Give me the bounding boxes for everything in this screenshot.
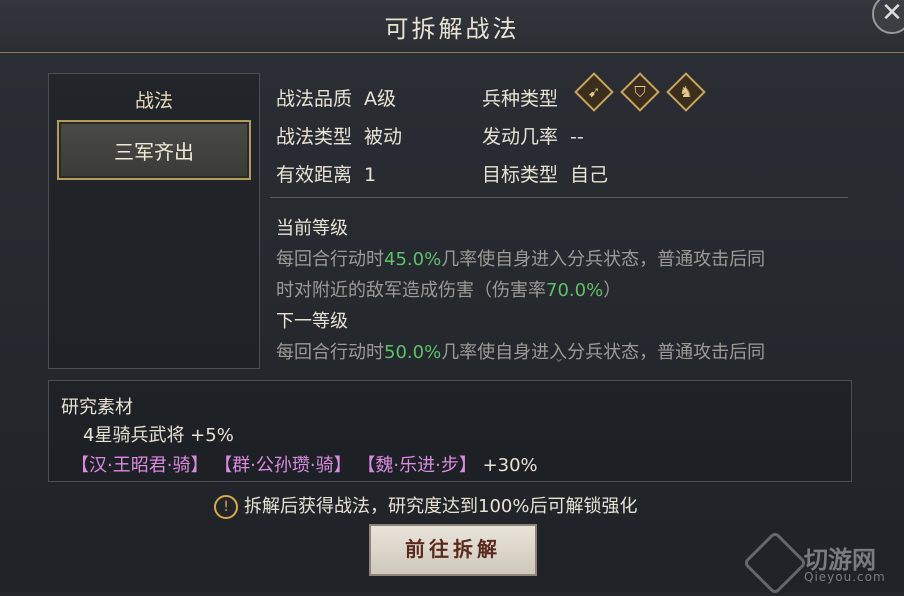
attr-target: 目标类型 自己 <box>482 160 608 187</box>
shield-icon: ⛉ <box>620 72 660 112</box>
current-damage-rate: 70.0% <box>546 280 604 301</box>
research-materials-panel: 研究素材 4星骑兵武将 +5% 【汉·王昭君·骑】 【群·公孙瓒·骑】 【魏·乐… <box>48 380 852 482</box>
attr-range-label: 有效距离 <box>276 164 353 186</box>
tactic-list-panel: 战法 三军齐出 <box>48 73 260 369</box>
general-1[interactable]: 【汉·王昭君·骑】 <box>71 455 208 476</box>
go-disassemble-button[interactable]: 前往拆解 <box>369 524 537 576</box>
attr-quality-value: A级 <box>364 88 397 110</box>
attr-range: 有效距离 1 <box>276 160 376 187</box>
bow-icon: ➹ <box>574 72 614 112</box>
current-level-header: 当前等级 <box>276 218 348 239</box>
attr-tactic-type: 战法类型 被动 <box>276 122 402 149</box>
general-2[interactable]: 【群·公孙瓒·骑】 <box>214 455 351 476</box>
attr-trigger-rate-label: 发动几率 <box>482 126 559 148</box>
watermark-subtext: Qieyou.com <box>804 570 886 584</box>
attr-range-value: 1 <box>364 164 377 186</box>
warning-icon: ! <box>214 495 238 519</box>
next-level-line-1: 每回合行动时50.0%几率使自身进入分兵状态，普通攻击后同 <box>276 342 766 363</box>
notice-text: 拆解后获得战法，研究度达到100%后可解锁强化 <box>244 496 638 517</box>
research-title: 研究素材 <box>61 397 133 418</box>
attr-unit-type-label: 兵种类型 <box>482 88 559 110</box>
watermark-logo-icon <box>742 530 808 596</box>
scroll-down-icon[interactable]: ⌄ <box>547 350 571 366</box>
disassemble-notice: ! 拆解后获得战法，研究度达到100%后可解锁强化 <box>214 492 637 519</box>
attr-quality-label: 战法品质 <box>276 88 353 110</box>
current-level-line-2: 时对附近的敌军造成伤害（伤害率70.0%） <box>276 280 622 301</box>
current-level-line-1: 每回合行动时45.0%几率使自身进入分兵状态，普通攻击后同 <box>276 249 766 270</box>
watermark: 切游网 Qieyou.com <box>742 530 902 596</box>
attr-target-value: 自己 <box>570 164 609 186</box>
attr-tactic-type-label: 战法类型 <box>276 126 353 148</box>
next-level-header: 下一等级 <box>276 311 348 332</box>
research-line-2: 【汉·王昭君·骑】 【群·公孙瓒·骑】 【魏·乐进·步】 +30% <box>71 451 538 477</box>
dialog-window: 可拆解战法 ✕ 战法 三军齐出 战法品质 A级 兵种类型 ➹ ⛉ ♞ 战法类型 被动… <box>0 0 904 596</box>
attr-target-label: 目标类型 <box>482 164 559 186</box>
dialog-title: 可拆解战法 <box>384 15 520 43</box>
attr-trigger-rate: 发动几率 -- <box>482 122 584 149</box>
research-line-1: 4星骑兵武将 +5% <box>83 425 234 446</box>
research-bonus: +30% <box>482 455 538 476</box>
current-rate: 45.0% <box>384 249 442 270</box>
tactic-slot-selected[interactable]: 三军齐出 <box>57 120 251 180</box>
divider <box>270 197 848 198</box>
next-rate: 50.0% <box>384 342 442 363</box>
general-3[interactable]: 【魏·乐进·步】 <box>357 455 476 476</box>
attr-trigger-rate-value: -- <box>570 126 584 148</box>
attr-tactic-type-value: 被动 <box>364 126 403 148</box>
level-description[interactable]: 当前等级 每回合行动时45.0%几率使自身进入分兵状态，普通攻击后同 时对附近的… <box>276 213 765 368</box>
tactic-list-title: 战法 <box>134 90 173 112</box>
horse-icon: ♞ <box>666 72 706 112</box>
title-bar: 可拆解战法 <box>0 0 904 53</box>
tactic-slot-label: 三军齐出 <box>114 140 194 164</box>
attr-quality: 战法品质 A级 <box>276 84 396 111</box>
attr-unit-type: 兵种类型 <box>482 84 558 111</box>
